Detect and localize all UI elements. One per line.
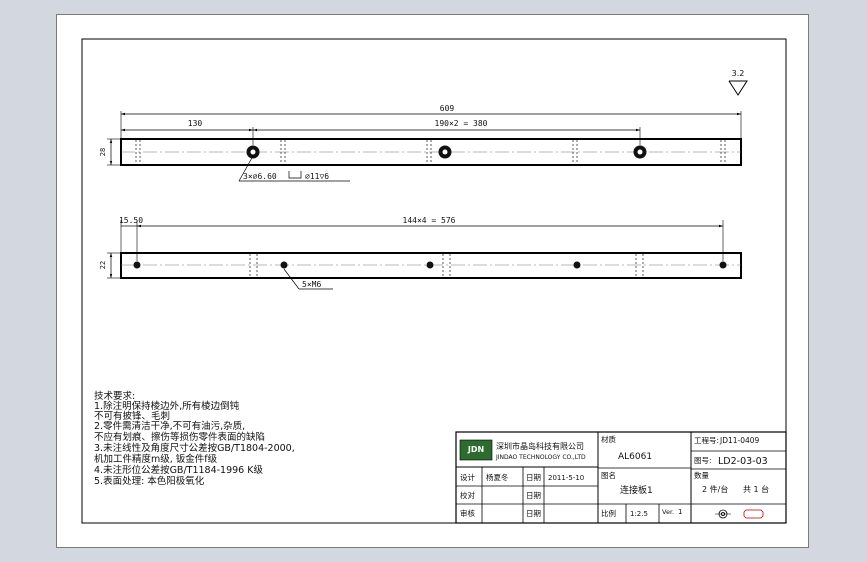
drawing-name-label: 图名 — [601, 470, 616, 480]
overall-length-label: 609 — [440, 104, 455, 113]
logo-text: JDN — [467, 445, 484, 454]
check-label: 校对 — [460, 490, 475, 500]
tech-req-line: 2.零件需清洁干净,不可有油污,杂质, — [94, 420, 245, 432]
projection-symbol-icon — [715, 509, 764, 519]
first-offset-label: 130 — [188, 119, 203, 128]
tapped-hole — [133, 261, 141, 269]
approve-label: 审核 — [460, 508, 475, 518]
drawing-number-value: LD2-03-03 — [718, 456, 768, 467]
scale-label: 比例 — [601, 508, 616, 518]
version-value: 1 — [678, 508, 682, 516]
hole-callout-counterbore: ∅11▽6 — [305, 172, 329, 181]
hole-callout-diameter: 3×∅6.60 — [243, 172, 277, 181]
date-label-3: 日期 — [526, 509, 541, 518]
project-label: 工程号: — [694, 436, 719, 445]
bottom-spacing-label: 144×4 = 576 — [403, 216, 456, 225]
material-label: 材质 — [601, 434, 616, 444]
thread-callout-label: 5×M6 — [302, 280, 321, 289]
bottom-height-label: 22 — [99, 261, 107, 269]
project-value: JD11-0409 — [719, 436, 760, 445]
tech-req-line: 3.未注线性及角度尺寸公差按GB/T1804-2000, — [94, 442, 295, 454]
drawing-number-label: 图号: — [694, 456, 712, 465]
drawing-sheet: 3.2 609 130 190×2 = 380 28 3×∅6.60 ∅11▽6… — [56, 14, 809, 548]
tech-req-line: 4.未注形位公差按GB/T1184-1996 K级 — [94, 464, 263, 476]
version-label: Ver. — [662, 508, 674, 516]
top-view: 609 130 190×2 = 380 28 3×∅6.60 ∅11▽6 — [99, 104, 742, 182]
surface-finish-value: 3.2 — [732, 69, 745, 78]
date-label-2: 日期 — [526, 491, 541, 500]
tapped-hole — [280, 261, 288, 269]
date-value: 2011-5-10 — [548, 474, 584, 482]
designer-name: 杨夏冬 — [486, 472, 509, 482]
company-logo: JDN — [459, 439, 493, 461]
tapped-hole — [573, 261, 581, 269]
technical-requirements: 技术要求: 1.除注明保持棱边外,所有棱边倒钝 不可有披锋、毛刺 2.零件需清洁… — [94, 390, 295, 487]
design-label: 设计 — [460, 472, 475, 482]
tapped-hole — [719, 261, 727, 269]
technical-drawing: 3.2 609 130 190×2 = 380 28 3×∅6.60 ∅11▽6… — [81, 38, 787, 524]
quantity-value: 2 件/台 — [702, 484, 728, 494]
hole-spacing-label: 190×2 = 380 — [435, 119, 488, 128]
top-height-label: 28 — [99, 148, 107, 156]
surface-finish-symbol: 3.2 — [728, 69, 748, 96]
bottom-view: 15.50 144×4 = 576 22 5×M6 — [99, 216, 742, 290]
total-units-value: 共 1 台 — [743, 484, 769, 494]
material-value: AL6061 — [618, 452, 652, 462]
tech-req-line: 5.表面处理: 本色阳极氧化 — [94, 475, 205, 487]
quantity-label: 数量 — [694, 470, 709, 480]
company-name-en: JINDAO TECHNOLOGY CO.,LTD — [495, 454, 586, 461]
scale-value: 1:2.5 — [630, 510, 648, 518]
tapped-hole — [426, 261, 434, 269]
tech-req-line: 不应有划痕、擦伤等损伤零件表面的缺陷 — [94, 431, 265, 443]
counterbore-hole — [633, 145, 647, 159]
drawing-name-value: 连接板1 — [620, 484, 653, 496]
bottom-offset-label: 15.50 — [119, 216, 143, 225]
counterbore-icon — [288, 171, 302, 179]
company-name-cn: 深圳市晶岛科技有限公司 — [496, 441, 584, 451]
tech-req-line: 机加工件精度m级, 钣金件f级 — [94, 453, 218, 465]
date-label: 日期 — [526, 473, 541, 482]
counterbore-hole — [438, 145, 452, 159]
